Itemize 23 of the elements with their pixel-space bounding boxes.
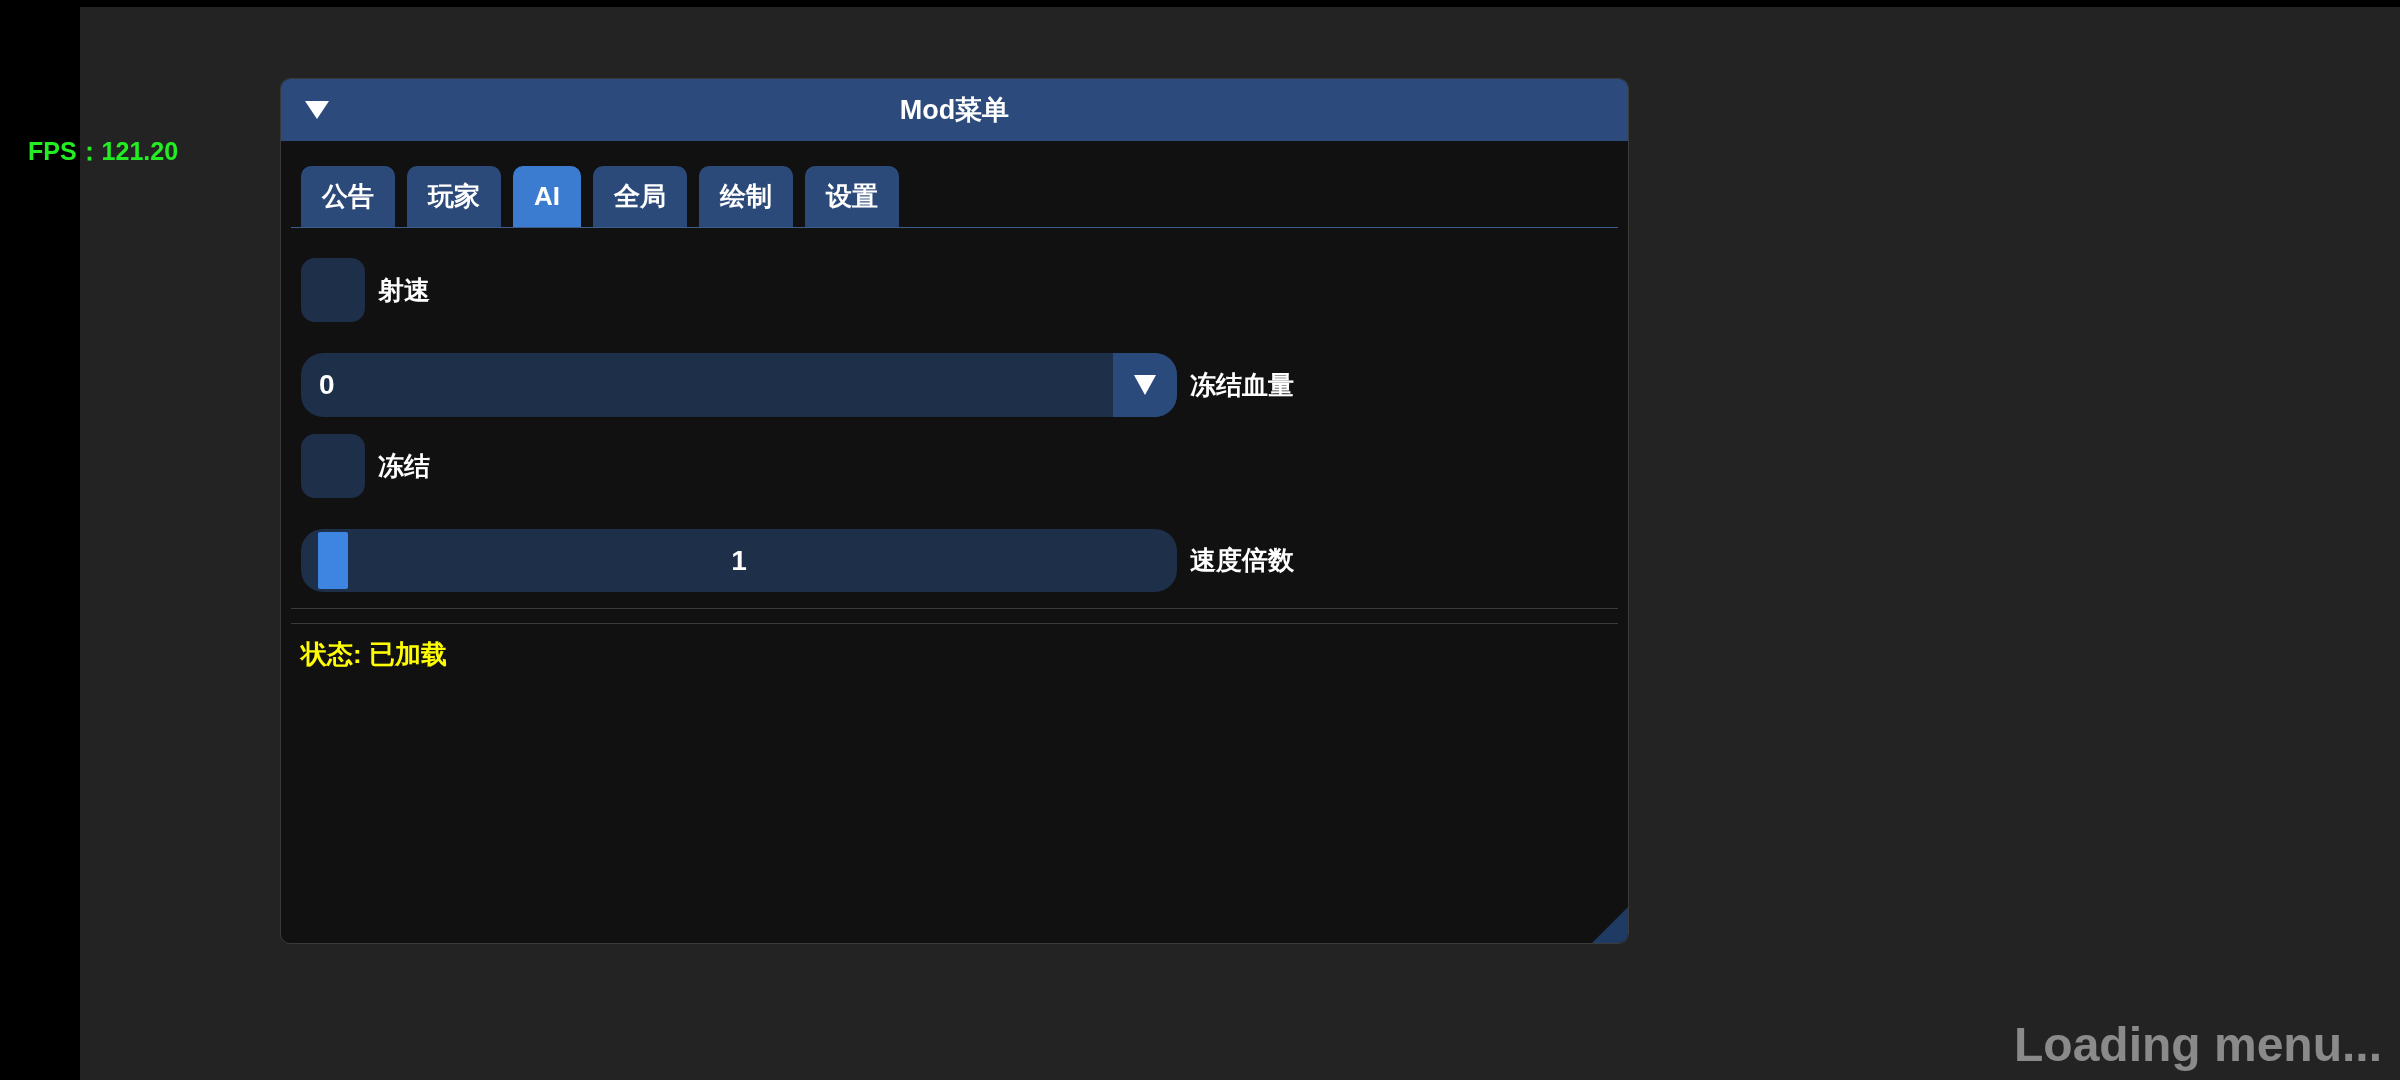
fps-counter: FPS：121.20 <box>28 136 179 166</box>
slider-track[interactable]: 1 <box>301 529 1177 592</box>
tab[interactable]: 玩家 <box>407 166 501 227</box>
loading-text: Loading menu... <box>2014 1017 2382 1074</box>
checkbox-label: 冻结 <box>378 449 430 483</box>
checkbox[interactable] <box>301 258 365 322</box>
caret-icon[interactable] <box>1113 353 1177 417</box>
slider-value: 1 <box>731 544 747 577</box>
tab[interactable]: 绘制 <box>699 166 793 227</box>
checkbox[interactable] <box>301 434 365 498</box>
tab[interactable]: 公告 <box>301 166 395 227</box>
dropdown[interactable]: 0 <box>301 353 1177 417</box>
tab[interactable]: AI <box>513 166 581 227</box>
slider-thumb[interactable] <box>318 532 348 589</box>
resize-grip-icon[interactable] <box>1592 907 1628 943</box>
tab[interactable]: 全局 <box>593 166 687 227</box>
slider-label: 速度倍数 <box>1190 544 1294 577</box>
window-title: Mod菜单 <box>899 94 1010 127</box>
checkbox-label: 射速 <box>378 273 430 307</box>
status-text: 状态: 已加载 <box>301 639 447 671</box>
tab[interactable]: 设置 <box>805 166 899 227</box>
dropdown-label: 冻结血量 <box>1190 368 1294 402</box>
collapse-icon[interactable] <box>305 101 329 119</box>
